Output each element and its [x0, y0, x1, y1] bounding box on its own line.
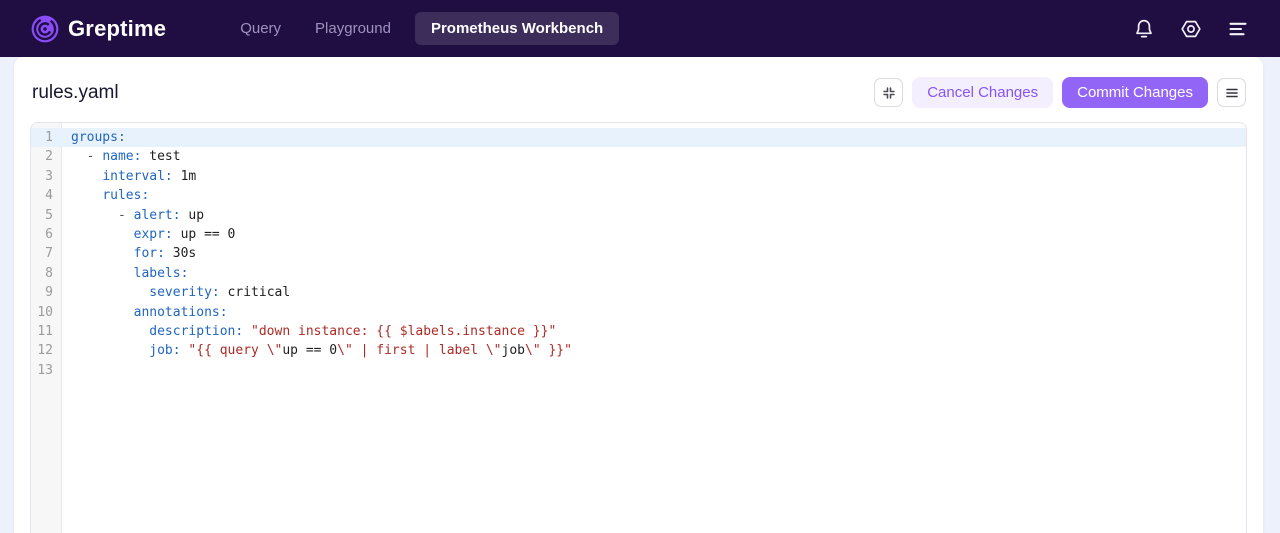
- brand-name: Greptime: [68, 15, 167, 41]
- line-content: rules:: [102, 188, 150, 204]
- commit-changes-button[interactable]: Commit Changes: [1062, 77, 1208, 108]
- nav-playground[interactable]: Playground: [305, 12, 401, 45]
- line-number: 11: [37, 324, 53, 340]
- code-line[interactable]: 7 for: 30s: [31, 244, 1246, 263]
- code-line[interactable]: 10 annotations:: [31, 303, 1246, 322]
- line-content: description: "down instance: {{ $labels.…: [149, 324, 557, 340]
- line-content: severity: critical: [149, 285, 291, 301]
- line-content: groups:: [71, 130, 126, 145]
- line-content: expr: up == 0: [133, 227, 236, 243]
- code-line[interactable]: 6 expr: up == 0: [31, 225, 1246, 244]
- line-number: 9: [45, 285, 53, 301]
- code-line[interactable]: 13: [31, 361, 1246, 380]
- header-icons: [1132, 17, 1250, 41]
- code-line[interactable]: 1 groups:: [31, 128, 1246, 148]
- collapse-expand-button[interactable]: [874, 78, 904, 107]
- line-number: 2: [45, 149, 53, 165]
- main-nav: Query Playground Prometheus Workbench: [230, 12, 620, 45]
- line-number: 12: [37, 343, 53, 359]
- line-content: annotations:: [133, 304, 228, 320]
- code-line[interactable]: 2 - name: test: [31, 147, 1246, 166]
- toolbar-actions: Cancel Changes Commit Changes: [874, 77, 1246, 108]
- code-line[interactable]: 5 - alert: up: [31, 206, 1246, 225]
- greptime-logo-icon: [30, 14, 60, 44]
- editor-menu-icon: [1224, 85, 1240, 101]
- code-line[interactable]: 4 rules:: [31, 186, 1246, 205]
- code-line[interactable]: 11 description: "down instance: {{ $labe…: [31, 322, 1246, 341]
- settings-hexagon-icon[interactable]: [1179, 17, 1203, 41]
- line-number: 3: [45, 168, 53, 184]
- menu-lines-icon[interactable]: [1226, 17, 1250, 41]
- line-content: - name: test: [71, 149, 181, 165]
- line-content: labels:: [133, 265, 189, 281]
- editor-toolbar: rules.yaml Cancel Changes Commit Changes: [14, 57, 1263, 124]
- yaml-editor[interactable]: 1 groups: 2 - name: test 3 interval: 1m 4 ru…: [30, 122, 1247, 533]
- code-line[interactable]: 3 interval: 1m: [31, 167, 1246, 186]
- file-title: rules.yaml: [32, 81, 119, 103]
- app-header: Greptime Query Playground Prometheus Workb…: [0, 0, 1280, 57]
- collapse-expand-icon: [881, 85, 897, 101]
- line-number: 7: [45, 246, 53, 262]
- nav-query[interactable]: Query: [230, 12, 291, 45]
- line-number: 10: [37, 304, 53, 320]
- workbench-card: rules.yaml Cancel Changes Commit Changes: [14, 57, 1263, 533]
- line-number: 8: [45, 265, 53, 281]
- editor-menu-button[interactable]: [1217, 78, 1246, 107]
- line-content: - alert: up: [71, 207, 205, 223]
- editor-lines: 1 groups: 2 - name: test 3 interval: 1m 4 ru…: [31, 123, 1246, 380]
- code-line[interactable]: 8 labels:: [31, 264, 1246, 283]
- code-line[interactable]: 12 job: "{{ query \"up == 0\" | first | …: [31, 341, 1246, 360]
- line-content: interval: 1m: [102, 168, 197, 184]
- notification-bell-icon[interactable]: [1132, 17, 1156, 41]
- line-number: 5: [45, 207, 53, 223]
- nav-prometheus-workbench[interactable]: Prometheus Workbench: [414, 12, 620, 45]
- line-number: 6: [45, 227, 53, 243]
- cancel-changes-button[interactable]: Cancel Changes: [912, 77, 1054, 108]
- line-number: 13: [37, 362, 53, 378]
- code-line[interactable]: 9 severity: critical: [31, 283, 1246, 302]
- line-number: 1: [45, 130, 53, 145]
- brand-logo[interactable]: Greptime: [30, 14, 166, 44]
- line-content: job: "{{ query \"up == 0\" | first | lab…: [149, 343, 572, 359]
- line-number: 4: [45, 188, 53, 204]
- line-content: [63, 361, 1246, 380]
- line-content: for: 30s: [133, 246, 197, 262]
